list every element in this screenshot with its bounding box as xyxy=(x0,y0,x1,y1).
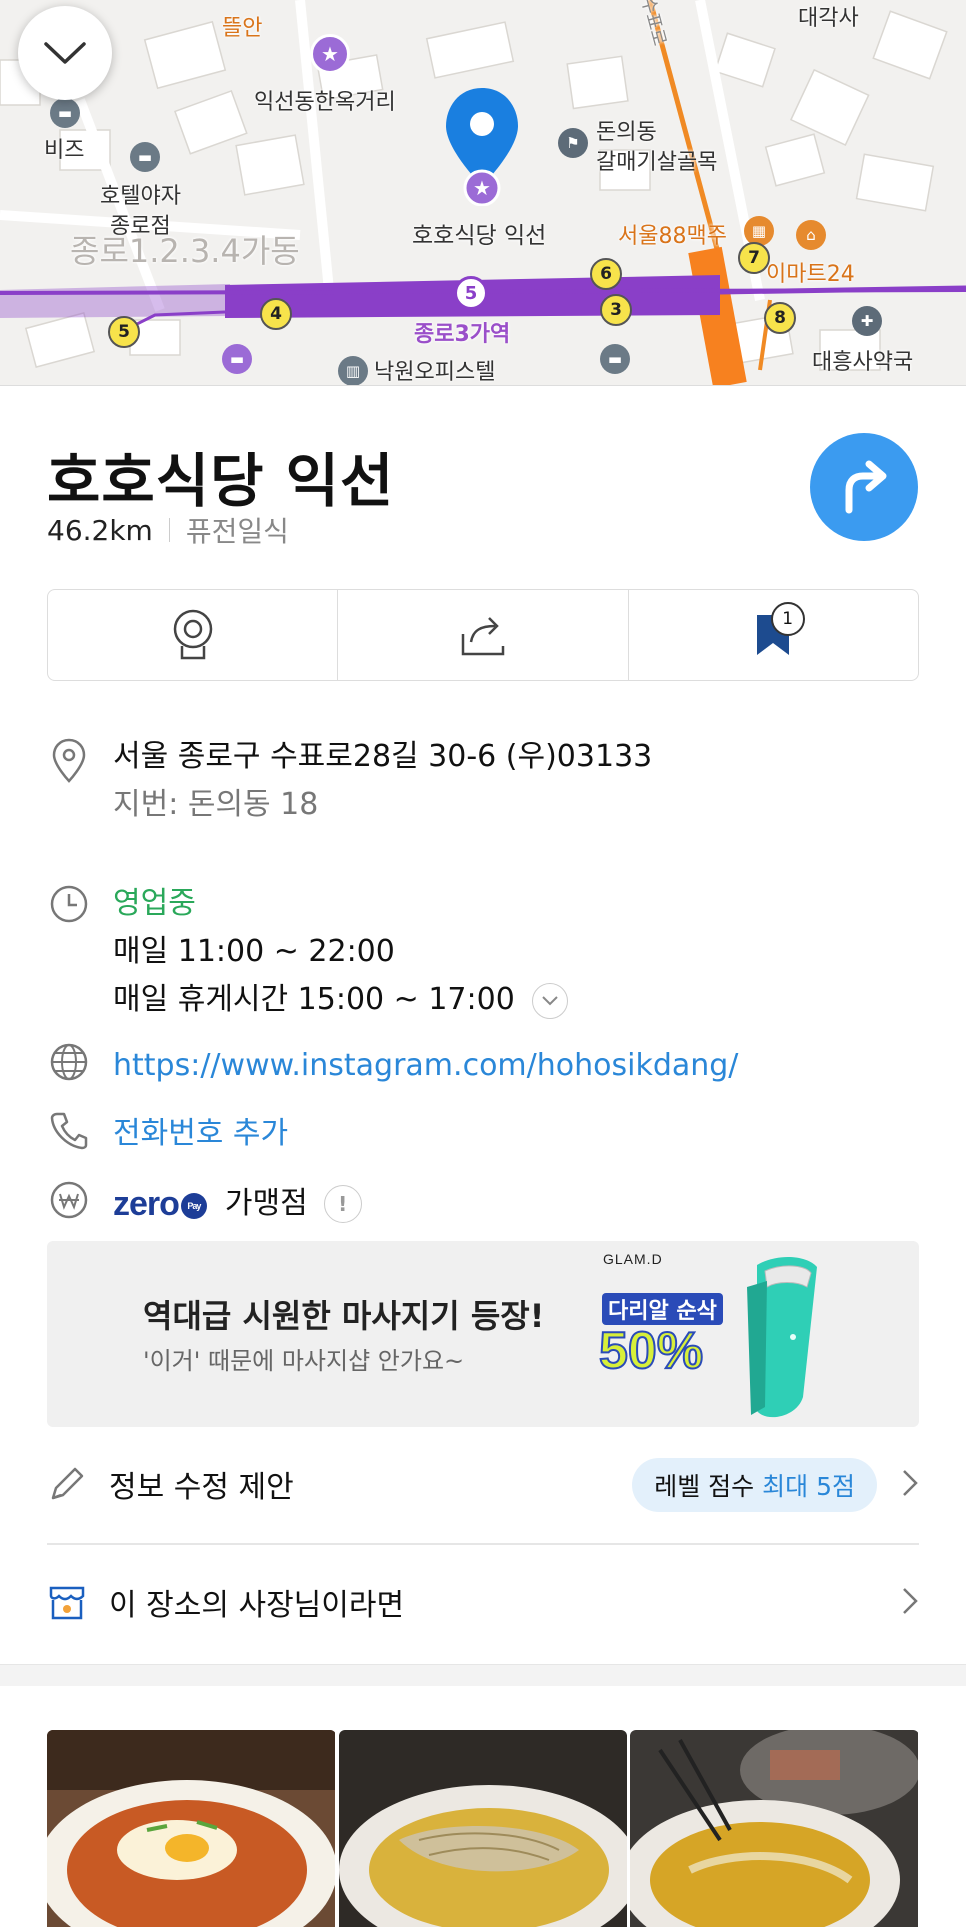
food-photo-image xyxy=(338,1730,628,1927)
road-address[interactable]: 서울 종로구 수표로28길 30-6 (우)03133 xyxy=(113,733,652,781)
hotel-poi-icon[interactable]: ▬ xyxy=(130,142,160,172)
map-label-hotel-yaja: 호텔야자 xyxy=(100,184,181,209)
exit-4-icon[interactable]: 4 xyxy=(260,298,292,330)
pencil-icon xyxy=(51,1467,84,1500)
place-title: 호호식당 익선 xyxy=(47,447,395,515)
selected-location-pin-icon[interactable]: ★ xyxy=(444,86,520,206)
map-label-daegaksa: 대각사 xyxy=(798,6,859,31)
map-label-district: 종로1.2.3.4가동 xyxy=(70,232,300,270)
daily-hours: 매일 11:00 ~ 22:00 xyxy=(113,934,395,969)
zeropay-logo: zero Pay xyxy=(113,1180,207,1228)
map-view[interactable]: 뜰안 대각사 ★ 익선동한옥거리 ▬ 비즈 ▬ 호텔야자 종로점 종로1.2.3… xyxy=(0,0,966,385)
map-label-ttuelan: 뜰안 xyxy=(222,16,263,41)
massager-product-image xyxy=(747,1256,817,1418)
owner-label: 이 장소의 사장님이라면 xyxy=(109,1588,405,1623)
photo-strip xyxy=(47,1730,920,1927)
map-label-hanok-street: 익선동한옥거리 xyxy=(254,90,396,115)
won-currency-icon xyxy=(50,1181,88,1219)
address-row: 서울 종로구 수표로28길 30-6 (우)03133 지번: 돈의동 18 xyxy=(47,733,652,829)
hotel-poi-icon[interactable]: ▬ xyxy=(600,344,630,374)
section-separator xyxy=(0,1664,966,1686)
add-phone-link[interactable]: 전화번호 추가 xyxy=(113,1116,288,1151)
subway-line-5-icon[interactable]: 5 xyxy=(454,276,488,310)
map-label-daeheung: 대흥사약국 xyxy=(812,350,914,375)
food-photo-3[interactable] xyxy=(630,1730,920,1927)
food-photo-2[interactable] xyxy=(338,1730,628,1927)
meta-divider xyxy=(168,518,170,542)
chevron-down-icon xyxy=(542,995,559,1005)
ad-headline: 역대급 시원한 마사지기 등장! xyxy=(143,1297,545,1335)
break-hours: 매일 휴게시간 15:00 ~ 17:00 xyxy=(113,982,515,1017)
map-label-biz: 비즈 xyxy=(44,138,85,163)
open-status: 영업중 xyxy=(113,886,196,921)
ad-brand: GLAM.D xyxy=(603,1251,663,1267)
store-owner-icon xyxy=(49,1586,85,1620)
website-row: https://www.instagram.com/hohosikdang/ xyxy=(47,1042,738,1090)
owner-row[interactable]: 이 장소의 사장님이라면 xyxy=(47,1552,919,1652)
chevron-right-icon xyxy=(903,1588,918,1614)
edit-suggestion-row[interactable]: 정보 수정 제안 레벨 점수 최대 5점 xyxy=(47,1434,919,1534)
map-label-nakwon: 낙원오피스텔 xyxy=(374,360,496,385)
map-label-doneuidong: 돈의동 xyxy=(596,120,657,145)
action-bar: 1 xyxy=(47,589,919,681)
exit-3-icon[interactable]: 3 xyxy=(600,294,632,326)
clock-icon xyxy=(50,885,88,923)
turn-right-arrow-icon xyxy=(845,460,887,514)
place-category: 퓨전일식 xyxy=(185,515,289,548)
location-pin-icon xyxy=(52,738,86,783)
exit-7-icon[interactable]: 7 xyxy=(738,242,770,274)
ad-promo-line2: 50% xyxy=(598,1321,704,1381)
save-button[interactable]: 1 xyxy=(629,590,918,680)
chevron-down-icon xyxy=(44,42,86,64)
zeropay-row: zero Pay 가맹점 ! xyxy=(47,1180,362,1228)
share-icon xyxy=(461,617,505,656)
map-label-emart24: 이마트24 xyxy=(766,262,855,287)
save-count-badge: 1 xyxy=(770,602,805,636)
collapse-map-button[interactable] xyxy=(18,6,112,100)
chevron-right-icon xyxy=(903,1470,918,1496)
food-photo-image xyxy=(47,1730,336,1927)
restaurant-poi-icon[interactable]: ▦ xyxy=(744,216,774,246)
edit-suggestion-label: 정보 수정 제안 xyxy=(109,1470,294,1505)
website-link[interactable]: https://www.instagram.com/hohosikdang/ xyxy=(113,1048,738,1083)
directions-button[interactable] xyxy=(810,433,918,541)
flag-poi-icon[interactable]: ⚑ xyxy=(558,128,588,158)
place-distance: 46.2km xyxy=(47,513,153,547)
level-score-pill: 레벨 점수 최대 5점 xyxy=(632,1458,877,1512)
place-meta: 46.2km 퓨전일식 xyxy=(47,510,289,550)
roadview-camera-icon xyxy=(173,609,212,660)
row-divider xyxy=(47,1543,919,1545)
food-photo-1[interactable] xyxy=(47,1730,336,1927)
exit-5-icon[interactable]: 5 xyxy=(108,316,140,348)
ad-subline: '이거' 때문에 마사지샵 안가요~ xyxy=(143,1347,465,1375)
hotel-poi-icon[interactable]: ▬ xyxy=(50,98,80,128)
zeropay-info-button[interactable]: ! xyxy=(323,1185,362,1223)
map-label-station: 종로3가역 xyxy=(414,322,511,347)
map-label-doneuidong-alley: 갈매기살골목 xyxy=(596,150,718,175)
phone-icon xyxy=(50,1112,88,1150)
hours-expand-button[interactable] xyxy=(532,982,569,1019)
svg-text:★: ★ xyxy=(473,176,491,200)
store-poi-icon[interactable]: ⌂ xyxy=(796,220,826,250)
exit-6-icon[interactable]: 6 xyxy=(590,258,622,290)
map-label-seoul88: 서울88맥주 xyxy=(618,224,727,249)
pharmacy-poi-icon[interactable]: ✚ xyxy=(852,306,882,336)
hours-row[interactable]: 영업중 매일 11:00 ~ 22:00 매일 휴게시간 15:00 ~ 17:… xyxy=(47,880,569,1024)
globe-icon xyxy=(50,1043,88,1081)
place-detail-sheet: 호호식당 익선 46.2km 퓨전일식 1 서울 종로구 수표로28길 30-6… xyxy=(0,385,966,1927)
map-label-selected-place: 호호식당 익선 xyxy=(412,223,547,249)
jibun-address: 지번: 돈의동 18 xyxy=(113,787,319,822)
exit-8-icon[interactable]: 8 xyxy=(764,302,796,334)
ad-banner[interactable]: GLAM.D 역대급 시원한 마사지기 등장! '이거' 때문에 마사지샵 안가… xyxy=(47,1241,919,1427)
zeropay-label: 가맹점 xyxy=(224,1186,308,1221)
building-poi-icon[interactable]: ▥ xyxy=(338,356,368,385)
hotel-poi-icon[interactable]: ▬ xyxy=(222,344,252,374)
food-photo-image xyxy=(630,1730,920,1927)
share-button[interactable] xyxy=(338,590,629,680)
phone-row: 전화번호 추가 xyxy=(47,1110,288,1158)
star-poi-icon[interactable]: ★ xyxy=(310,34,350,74)
roadview-button[interactable] xyxy=(48,590,339,680)
